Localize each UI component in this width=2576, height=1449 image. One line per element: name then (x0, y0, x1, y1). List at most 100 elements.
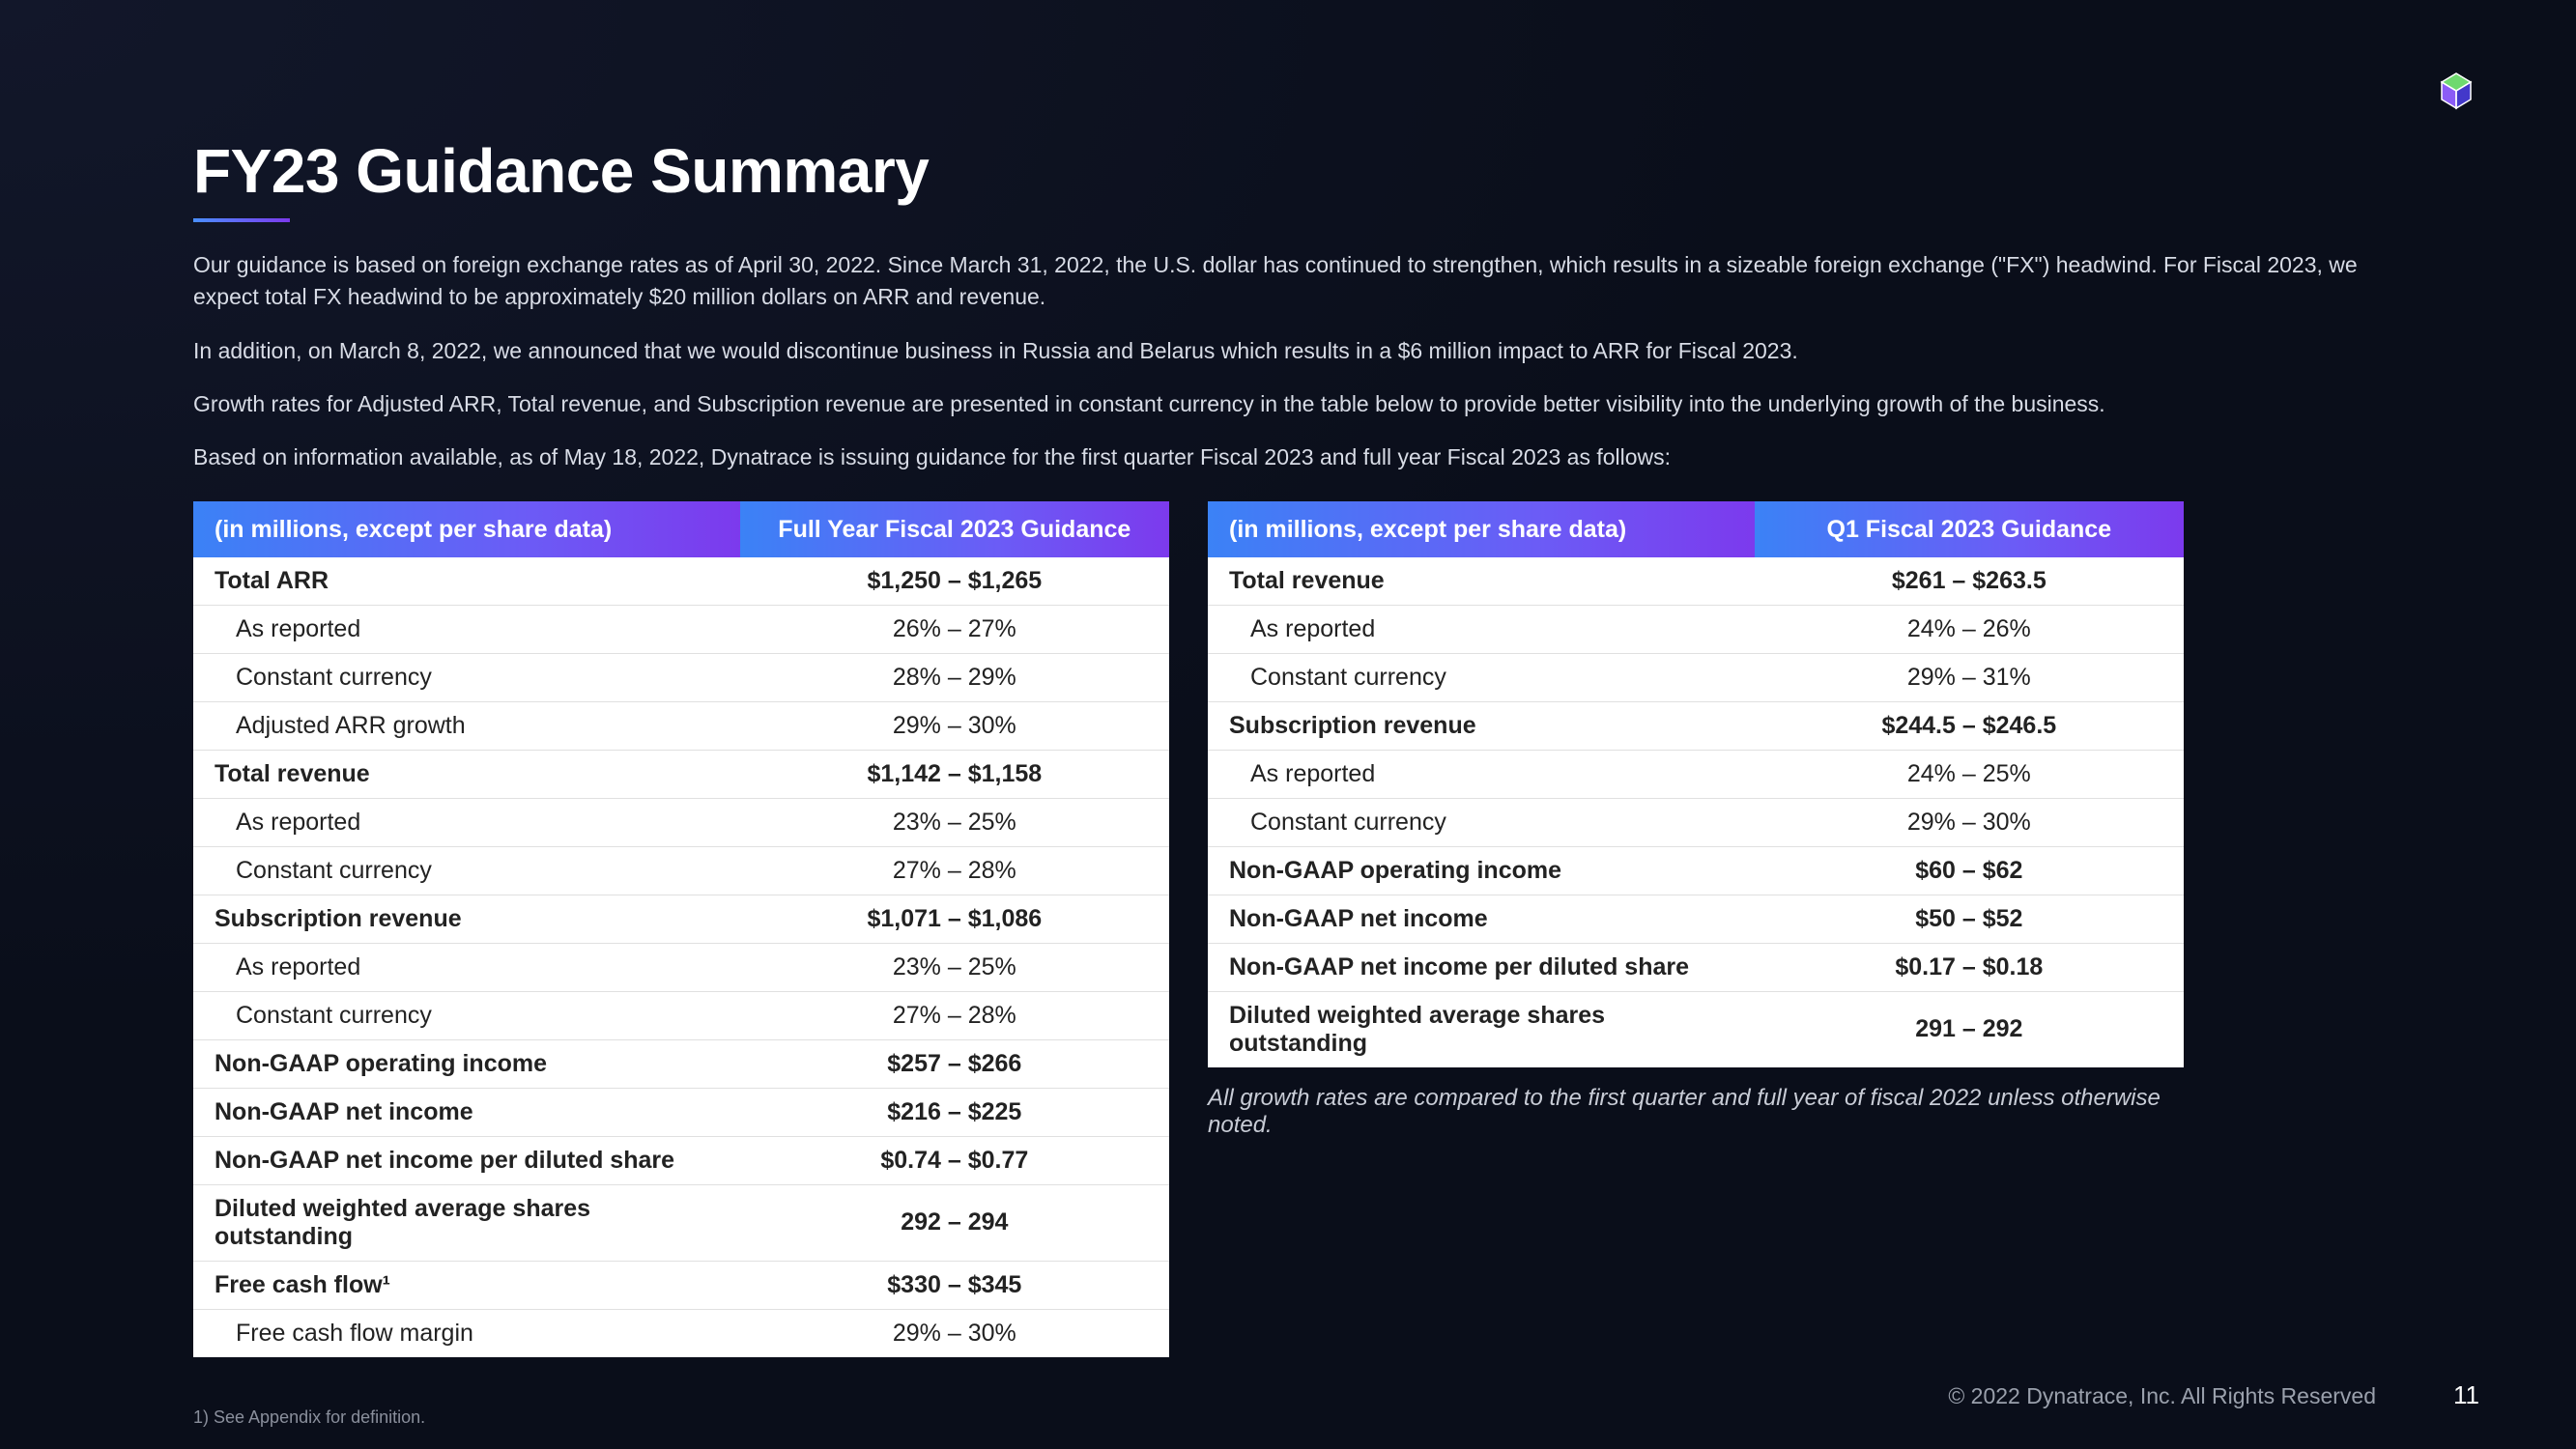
row-label: As reported (193, 798, 740, 846)
row-value: 291 – 292 (1755, 991, 2184, 1067)
table-row: Constant currency29% – 31% (1208, 653, 2184, 701)
row-label: As reported (1208, 605, 1755, 653)
table-row: Free cash flow¹$330 – $345 (193, 1261, 1169, 1309)
table-row: Adjusted ARR growth29% – 30% (193, 701, 1169, 750)
table-row: Total ARR$1,250 – $1,265 (193, 557, 1169, 606)
table-row: As reported23% – 25% (193, 798, 1169, 846)
row-value: 29% – 30% (740, 701, 1169, 750)
row-value: 23% – 25% (740, 943, 1169, 991)
table-header-right: Q1 Fiscal 2023 Guidance (1755, 501, 2184, 557)
row-label: Non-GAAP operating income (193, 1039, 740, 1088)
row-label: Free cash flow margin (193, 1309, 740, 1357)
intro-p2: In addition, on March 8, 2022, we announ… (193, 335, 2383, 367)
table-header-row: (in millions, except per share data) Q1 … (1208, 501, 2184, 557)
row-label: As reported (193, 605, 740, 653)
page-number: 11 (2453, 1380, 2479, 1410)
table-row: Constant currency28% – 29% (193, 653, 1169, 701)
row-label: Non-GAAP net income (1208, 895, 1755, 943)
table-row: As reported23% – 25% (193, 943, 1169, 991)
row-label: Constant currency (1208, 798, 1755, 846)
row-value: $330 – $345 (740, 1261, 1169, 1309)
table-row: Free cash flow margin29% – 30% (193, 1309, 1169, 1357)
row-value: 27% – 28% (740, 846, 1169, 895)
row-value: $244.5 – $246.5 (1755, 701, 2184, 750)
table-row: Non-GAAP operating income$257 – $266 (193, 1039, 1169, 1088)
table-header-left: (in millions, except per share data) (1208, 501, 1755, 557)
row-value: 29% – 31% (1755, 653, 2184, 701)
table-row: Total revenue$261 – $263.5 (1208, 557, 2184, 606)
table-row: Non-GAAP net income per diluted share$0.… (193, 1136, 1169, 1184)
growth-note: All growth rates are compared to the fir… (1208, 1085, 2184, 1139)
row-value: $1,142 – $1,158 (740, 750, 1169, 798)
table-row: Constant currency27% – 28% (193, 991, 1169, 1039)
row-label: Diluted weighted average shares outstand… (1208, 991, 1755, 1067)
row-label: Non-GAAP net income (193, 1088, 740, 1136)
row-value: $216 – $225 (740, 1088, 1169, 1136)
row-value: 24% – 26% (1755, 605, 2184, 653)
row-label: As reported (193, 943, 740, 991)
row-value: $1,250 – $1,265 (740, 557, 1169, 606)
table-row: Subscription revenue$244.5 – $246.5 (1208, 701, 2184, 750)
row-label: As reported (1208, 750, 1755, 798)
row-label: Free cash flow¹ (193, 1261, 740, 1309)
table-row: As reported26% – 27% (193, 605, 1169, 653)
row-value: 29% – 30% (1755, 798, 2184, 846)
intro-p1: Our guidance is based on foreign exchang… (193, 249, 2383, 314)
row-value: 28% – 29% (740, 653, 1169, 701)
table-row: Constant currency27% – 28% (193, 846, 1169, 895)
row-label: Constant currency (193, 846, 740, 895)
row-value: $257 – $266 (740, 1039, 1169, 1088)
table-row: Diluted weighted average shares outstand… (1208, 991, 2184, 1067)
full-year-table: (in millions, except per share data) Ful… (193, 501, 1169, 1357)
row-value: $1,071 – $1,086 (740, 895, 1169, 943)
row-label: Non-GAAP net income per diluted share (1208, 943, 1755, 991)
copyright-text: © 2022 Dynatrace, Inc. All Rights Reserv… (1948, 1383, 2376, 1409)
row-label: Diluted weighted average shares outstand… (193, 1184, 740, 1261)
row-value: $261 – $263.5 (1755, 557, 2184, 606)
row-label: Total ARR (193, 557, 740, 606)
row-label: Constant currency (193, 653, 740, 701)
row-label: Non-GAAP operating income (1208, 846, 1755, 895)
row-label: Constant currency (1208, 653, 1755, 701)
table-row: Total revenue$1,142 – $1,158 (193, 750, 1169, 798)
row-label: Subscription revenue (193, 895, 740, 943)
row-value: $0.74 – $0.77 (740, 1136, 1169, 1184)
company-logo-icon (2433, 68, 2479, 114)
row-value: 26% – 27% (740, 605, 1169, 653)
row-value: $60 – $62 (1755, 846, 2184, 895)
row-value: 27% – 28% (740, 991, 1169, 1039)
q1-table: (in millions, except per share data) Q1 … (1208, 501, 2184, 1067)
row-label: Total revenue (1208, 557, 1755, 606)
appendix-footnote: 1) See Appendix for definition. (193, 1407, 425, 1428)
row-label: Non-GAAP net income per diluted share (193, 1136, 740, 1184)
table-header-right: Full Year Fiscal 2023 Guidance (740, 501, 1169, 557)
q1-table-block: (in millions, except per share data) Q1 … (1208, 501, 2184, 1357)
table-row: Non-GAAP net income per diluted share$0.… (1208, 943, 2184, 991)
table-row: As reported24% – 26% (1208, 605, 2184, 653)
row-label: Subscription revenue (1208, 701, 1755, 750)
intro-p3: Growth rates for Adjusted ARR, Total rev… (193, 388, 2383, 420)
row-label: Adjusted ARR growth (193, 701, 740, 750)
table-row: Constant currency29% – 30% (1208, 798, 2184, 846)
table-row: Diluted weighted average shares outstand… (193, 1184, 1169, 1261)
table-row: Subscription revenue$1,071 – $1,086 (193, 895, 1169, 943)
intro-block: Our guidance is based on foreign exchang… (193, 249, 2383, 474)
page-title: FY23 Guidance Summary (193, 135, 2383, 207)
table-header-row: (in millions, except per share data) Ful… (193, 501, 1169, 557)
row-value: 29% – 30% (740, 1309, 1169, 1357)
row-value: $50 – $52 (1755, 895, 2184, 943)
table-header-left: (in millions, except per share data) (193, 501, 740, 557)
table-row: Non-GAAP net income$50 – $52 (1208, 895, 2184, 943)
full-year-table-block: (in millions, except per share data) Ful… (193, 501, 1169, 1357)
row-value: 292 – 294 (740, 1184, 1169, 1261)
row-label: Constant currency (193, 991, 740, 1039)
row-value: 24% – 25% (1755, 750, 2184, 798)
row-value: 23% – 25% (740, 798, 1169, 846)
row-label: Total revenue (193, 750, 740, 798)
table-row: Non-GAAP operating income$60 – $62 (1208, 846, 2184, 895)
intro-p4: Based on information available, as of Ma… (193, 441, 2383, 473)
row-value: $0.17 – $0.18 (1755, 943, 2184, 991)
table-row: As reported24% – 25% (1208, 750, 2184, 798)
table-row: Non-GAAP net income$216 – $225 (193, 1088, 1169, 1136)
title-underline (193, 218, 290, 222)
